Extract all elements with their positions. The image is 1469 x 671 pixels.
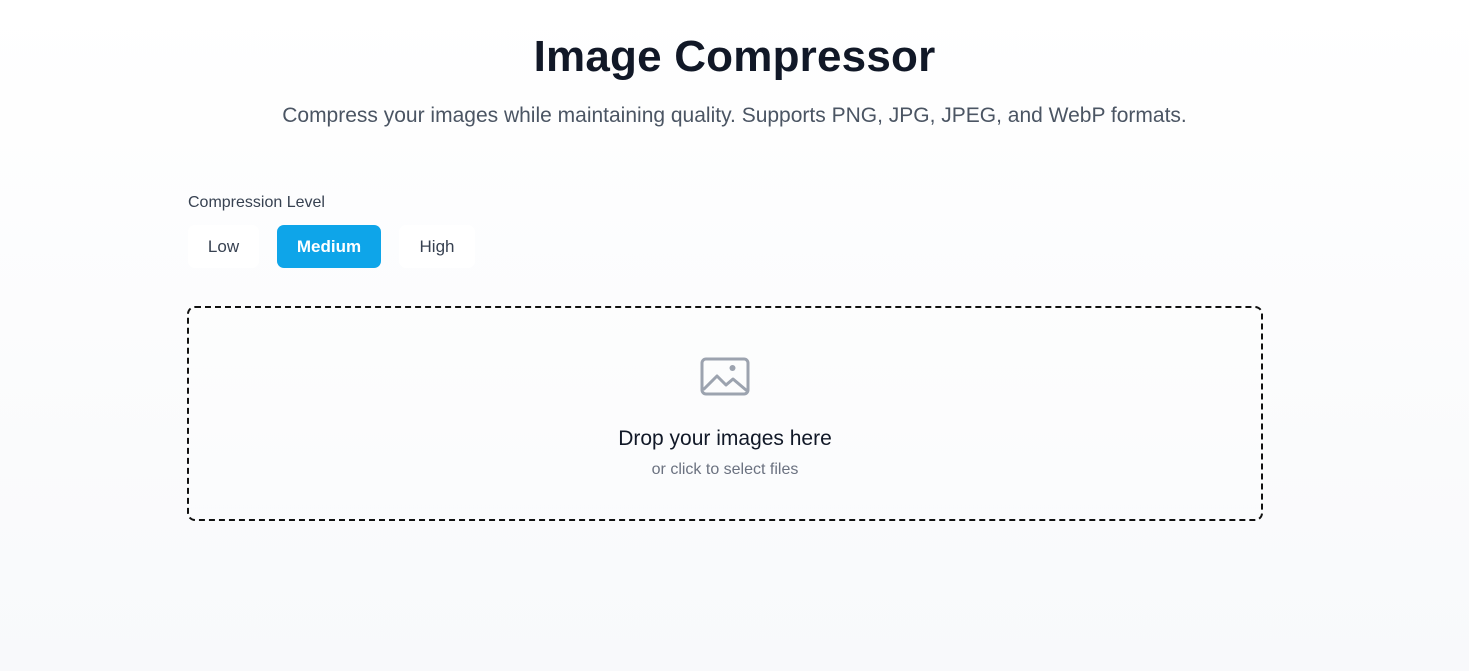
image-dropzone[interactable]: Drop your images here or click to select…: [187, 306, 1263, 521]
compression-level-selector: Low Medium High: [188, 225, 475, 268]
compression-low-button[interactable]: Low: [188, 225, 259, 268]
page-title: Image Compressor: [533, 32, 936, 81]
compression-level-label: Compression Level: [188, 194, 325, 211]
image-icon: [700, 357, 750, 396]
dropzone-title: Drop your images here: [618, 427, 832, 450]
image-compressor-page: Image Compressor Compress your images wh…: [0, 0, 1469, 671]
compression-medium-button[interactable]: Medium: [277, 225, 381, 268]
dropzone-subtitle: or click to select files: [651, 461, 799, 478]
compression-high-button[interactable]: High: [399, 225, 475, 268]
page-subtitle: Compress your images while maintaining q…: [282, 104, 1187, 127]
